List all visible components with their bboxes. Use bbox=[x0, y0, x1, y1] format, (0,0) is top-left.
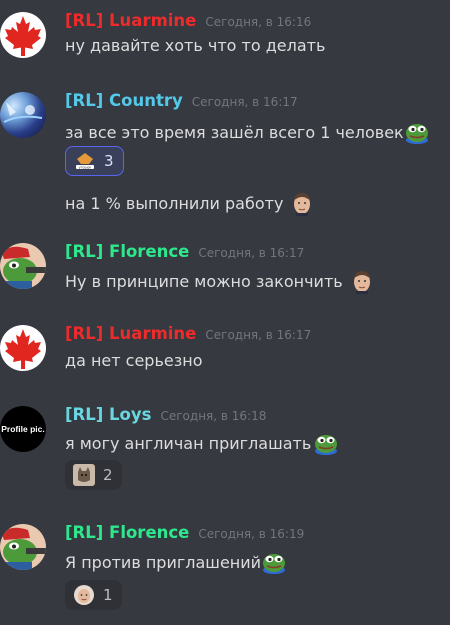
canada-leaf-icon bbox=[0, 325, 46, 371]
timestamp: Сегодня, в 16:19 bbox=[198, 527, 305, 541]
utoshok-reaction-icon: утошок bbox=[74, 150, 96, 172]
message-text: Я против приглашений bbox=[65, 549, 287, 575]
timestamp: Сегодня, в 16:17 bbox=[205, 328, 312, 342]
message-line: ну давайте хоть что то делать bbox=[65, 36, 326, 55]
avatar[interactable]: Profile pic. bbox=[0, 406, 46, 452]
message-text: за все это время зашёл всего 1 человек bbox=[65, 119, 430, 145]
pepe-emoji-icon[interactable] bbox=[261, 549, 287, 575]
profile-pic-placeholder: Profile pic. bbox=[1, 424, 45, 434]
author-name[interactable]: [RL] Luarmine bbox=[65, 11, 196, 30]
message-line: да нет серьезно bbox=[65, 351, 203, 370]
message-line: за все это время зашёл всего 1 человек bbox=[65, 122, 404, 142]
avatar[interactable] bbox=[0, 524, 46, 570]
space-icon bbox=[3, 102, 43, 123]
message-text: на 1 % выполнили работу bbox=[65, 190, 315, 216]
pepe-emoji-icon[interactable] bbox=[313, 430, 339, 456]
message-text: я могу англичан приглашать bbox=[65, 430, 339, 456]
author-name[interactable]: [RL] Loys bbox=[65, 405, 151, 424]
pepe-emoji-icon[interactable] bbox=[404, 119, 430, 145]
message-header: [RL] Luarmine Сегодня, в 16:16 bbox=[65, 11, 311, 30]
avatar[interactable] bbox=[0, 243, 46, 289]
message-header: [RL] Country Сегодня, в 16:17 bbox=[65, 91, 298, 110]
pepe-gun-icon bbox=[2, 527, 46, 570]
message-header: [RL] Loys Сегодня, в 16:18 bbox=[65, 405, 266, 424]
reaction-count: 2 bbox=[103, 466, 113, 484]
reaction-button[interactable]: 2 bbox=[65, 460, 122, 490]
avatar[interactable] bbox=[0, 325, 46, 371]
message-line: Ну в принципе можно закончить bbox=[65, 271, 343, 291]
reaction-button[interactable]: утошок 3 bbox=[65, 146, 124, 176]
face-emoji-icon[interactable] bbox=[289, 190, 315, 216]
timestamp: Сегодня, в 16:17 bbox=[191, 95, 298, 109]
timestamp: Сегодня, в 16:16 bbox=[205, 15, 312, 29]
message-header: [RL] Florence Сегодня, в 16:19 bbox=[65, 523, 304, 542]
reaction-button[interactable]: 1 bbox=[65, 580, 122, 610]
pepe-gun-icon bbox=[2, 246, 46, 289]
reaction-count: 3 bbox=[104, 152, 114, 170]
message-header: [RL] Luarmine Сегодня, в 16:17 bbox=[65, 324, 311, 343]
message-line: на 1 % выполнили работу bbox=[65, 193, 284, 213]
author-name[interactable]: [RL] Luarmine bbox=[65, 324, 196, 343]
message-text: да нет серьезно bbox=[65, 351, 203, 370]
canada-leaf-icon bbox=[0, 12, 46, 58]
timestamp: Сегодня, в 16:17 bbox=[198, 246, 305, 260]
message-line: я могу англичан приглашать bbox=[65, 433, 312, 453]
message-text: Ну в принципе можно закончить bbox=[65, 268, 375, 294]
author-name[interactable]: [RL] Country bbox=[65, 91, 183, 110]
message-header: [RL] Florence Сегодня, в 16:17 bbox=[65, 242, 304, 261]
face-emoji-icon[interactable] bbox=[349, 268, 375, 294]
message-line: Я против приглашений bbox=[65, 552, 262, 572]
face-reaction-icon bbox=[73, 584, 95, 606]
message-text: ну давайте хоть что то делать bbox=[65, 36, 325, 55]
reaction-count: 1 bbox=[103, 586, 113, 604]
author-name[interactable]: [RL] Florence bbox=[65, 523, 189, 542]
author-name[interactable]: [RL] Florence bbox=[65, 242, 189, 261]
avatar[interactable] bbox=[0, 92, 46, 138]
svg-text:утошок: утошок bbox=[79, 166, 92, 170]
avatar[interactable] bbox=[0, 12, 46, 58]
cat-reaction-icon bbox=[73, 464, 95, 486]
timestamp: Сегодня, в 16:18 bbox=[160, 409, 267, 423]
